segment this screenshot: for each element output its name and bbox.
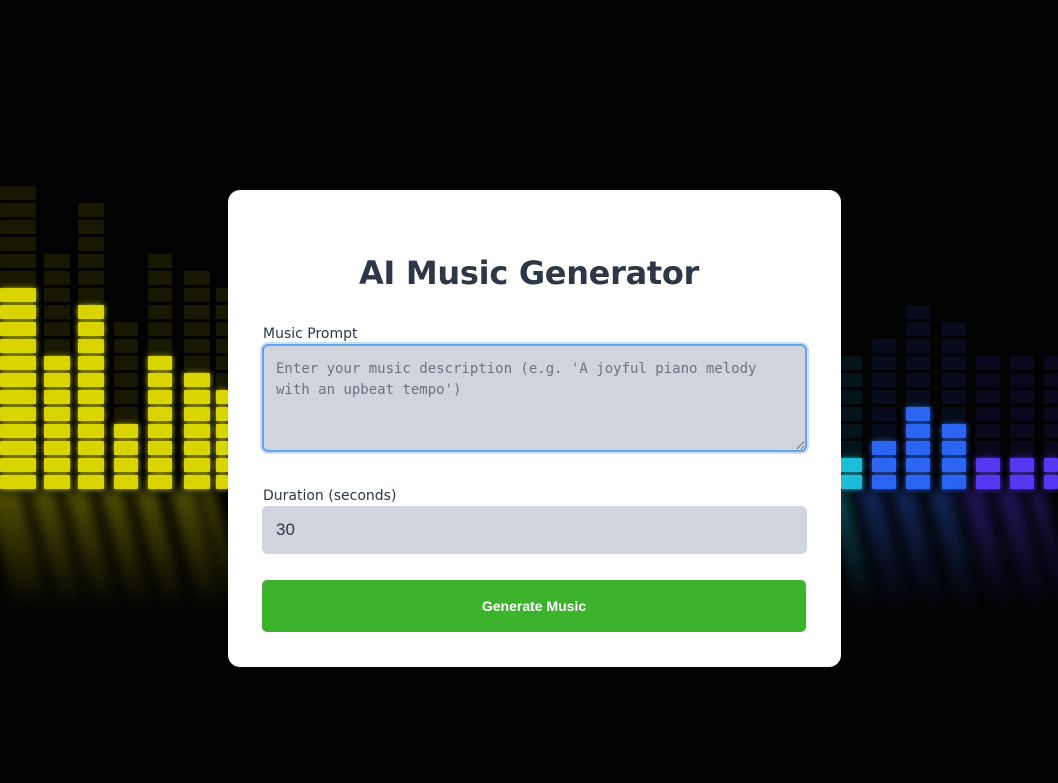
equalizer-bar — [1044, 356, 1058, 489]
music-prompt-input[interactable] — [262, 344, 807, 452]
equalizer-bar — [1010, 356, 1034, 489]
equalizer-bar — [114, 322, 138, 489]
equalizer-bar — [840, 356, 862, 489]
equalizer-bar — [78, 203, 104, 489]
equalizer-bar — [0, 186, 36, 489]
equalizer-bar — [976, 356, 1000, 489]
equalizer-bar — [942, 322, 966, 489]
duration-label: Duration (seconds) — [263, 488, 397, 504]
duration-input[interactable] — [262, 506, 807, 554]
equalizer-bar — [906, 305, 930, 489]
page-title: AI Music Generator — [358, 254, 700, 292]
equalizer-bar — [184, 271, 210, 489]
equalizer-bar — [216, 288, 228, 489]
music-prompt-label: Music Prompt — [263, 326, 358, 342]
generate-music-button[interactable]: Generate Music — [262, 580, 806, 632]
equalizer-bar — [872, 339, 896, 489]
